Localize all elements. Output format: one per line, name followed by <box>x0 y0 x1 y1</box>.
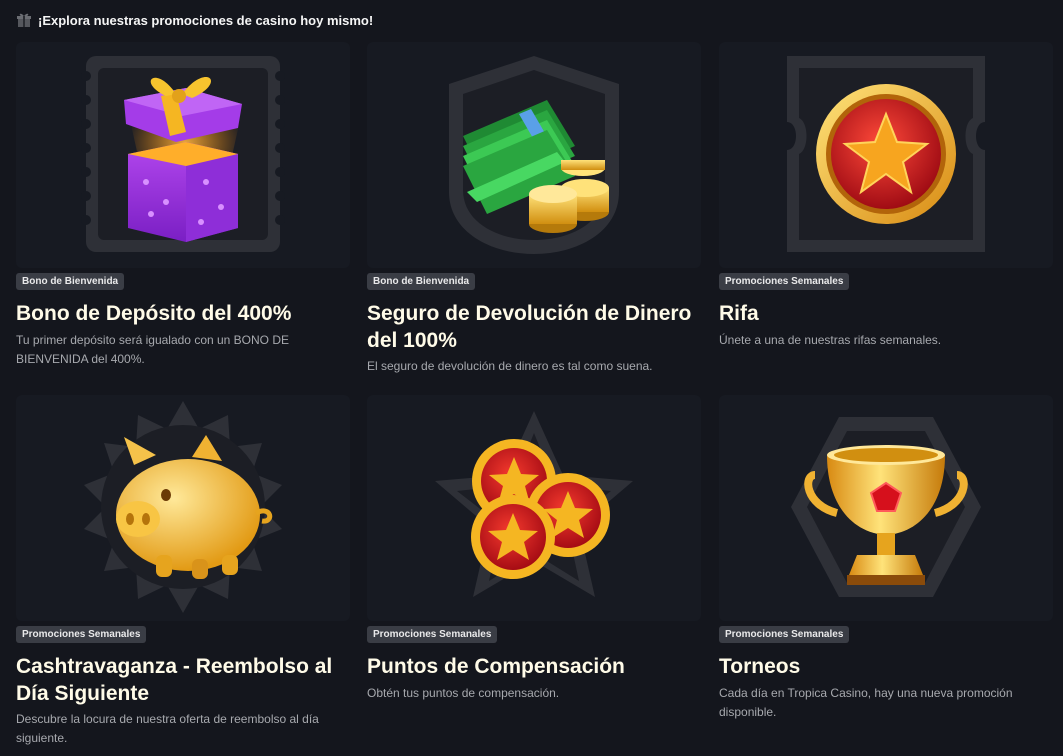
star-medal-icon <box>787 56 985 252</box>
promotion-title[interactable]: Seguro de Devolución de Dinero del 100% <box>367 300 701 354</box>
gift-box-icon <box>81 56 285 252</box>
promotion-image[interactable] <box>367 395 701 621</box>
promotion-title[interactable]: Cashtravaganza - Reembolso al Día Siguie… <box>16 653 350 707</box>
piggy-bank-icon <box>84 401 282 613</box>
promotion-category-badge: Promociones Semanales <box>719 273 850 290</box>
gift-icon <box>16 12 32 28</box>
page-header: ¡Explora nuestras promociones de casino … <box>16 10 373 30</box>
promotion-title[interactable]: Rifa <box>719 300 1053 327</box>
promotion-category-badge: Promociones Semanales <box>367 626 498 643</box>
promotion-title[interactable]: Bono de Depósito del 400% <box>16 300 350 327</box>
promotion-category-badge: Bono de Bienvenida <box>16 273 125 290</box>
promotion-description: Únete a una de nuestras rifas semanales. <box>719 333 942 347</box>
promotion-title[interactable]: Puntos de Compensación <box>367 653 701 680</box>
promotion-description: Obtén tus puntos de compensación. <box>367 686 560 700</box>
promotion-image[interactable] <box>719 42 1053 268</box>
promotion-image[interactable] <box>367 42 701 268</box>
promotion-description: Descubre la locura de nuestra oferta de … <box>16 712 319 745</box>
promotion-image[interactable] <box>16 42 350 268</box>
cash-coins-icon <box>449 56 619 254</box>
promotion-description: Cada día en Tropica Casino, hay una nuev… <box>719 686 1013 719</box>
promotion-category-badge: Promociones Semanales <box>719 626 850 643</box>
page-title: ¡Explora nuestras promociones de casino … <box>38 12 374 28</box>
star-coins-icon <box>435 411 633 597</box>
promotion-image[interactable] <box>16 395 350 621</box>
promotion-category-badge: Bono de Bienvenida <box>367 273 476 290</box>
trophy-icon <box>791 417 981 597</box>
promotions-page: ¡Explora nuestras promociones de casino … <box>0 0 1063 756</box>
promotion-image[interactable] <box>719 395 1053 621</box>
promotion-title[interactable]: Torneos <box>719 653 1053 680</box>
promotion-description: Tu primer depósito será igualado con un … <box>16 333 290 366</box>
promotion-description: El seguro de devolución de dinero es tal… <box>367 359 653 373</box>
promotion-category-badge: Promociones Semanales <box>16 626 147 643</box>
